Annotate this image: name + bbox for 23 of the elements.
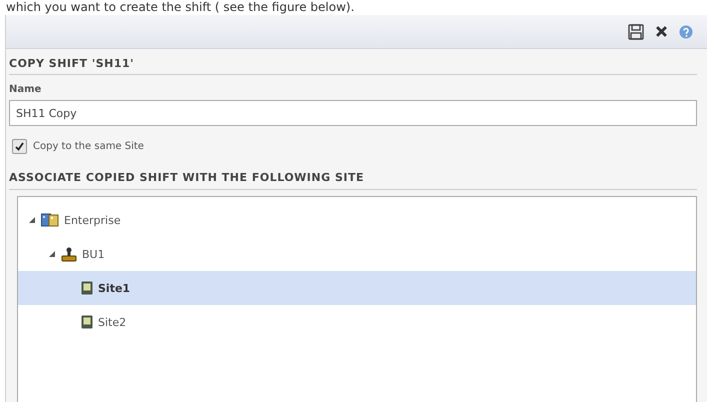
tree-item[interactable]: Site1 <box>18 271 696 305</box>
save-icon <box>628 24 644 40</box>
site-icon <box>81 315 93 329</box>
close-button[interactable] <box>654 24 669 39</box>
tree-item[interactable]: Enterprise <box>18 203 696 237</box>
site-icon <box>81 281 93 295</box>
stamp-icon <box>61 246 77 262</box>
expander-icon[interactable] <box>28 216 36 224</box>
save-button[interactable] <box>626 22 646 42</box>
section-title: ASSOCIATE COPIED SHIFT WITH THE FOLLOWING SITE <box>9 171 697 190</box>
expander-icon[interactable] <box>48 250 56 258</box>
panel-title: COPY SHIFT 'SH11' <box>9 57 697 75</box>
help-icon <box>679 24 693 38</box>
close-icon <box>656 26 667 37</box>
help-button[interactable] <box>677 22 695 40</box>
field-label: Name <box>9 84 42 95</box>
tree-item[interactable]: BU1 <box>18 237 696 271</box>
checkbox-label: Copy to the same Site <box>33 141 144 152</box>
checkbox[interactable] <box>12 139 27 154</box>
name-field[interactable]: SH11 Copy <box>9 100 697 126</box>
tree-item[interactable]: Site2 <box>18 305 696 339</box>
caption-text: which you want to create the shift ( see the figure below). <box>5 0 356 15</box>
building-icon <box>41 213 59 227</box>
